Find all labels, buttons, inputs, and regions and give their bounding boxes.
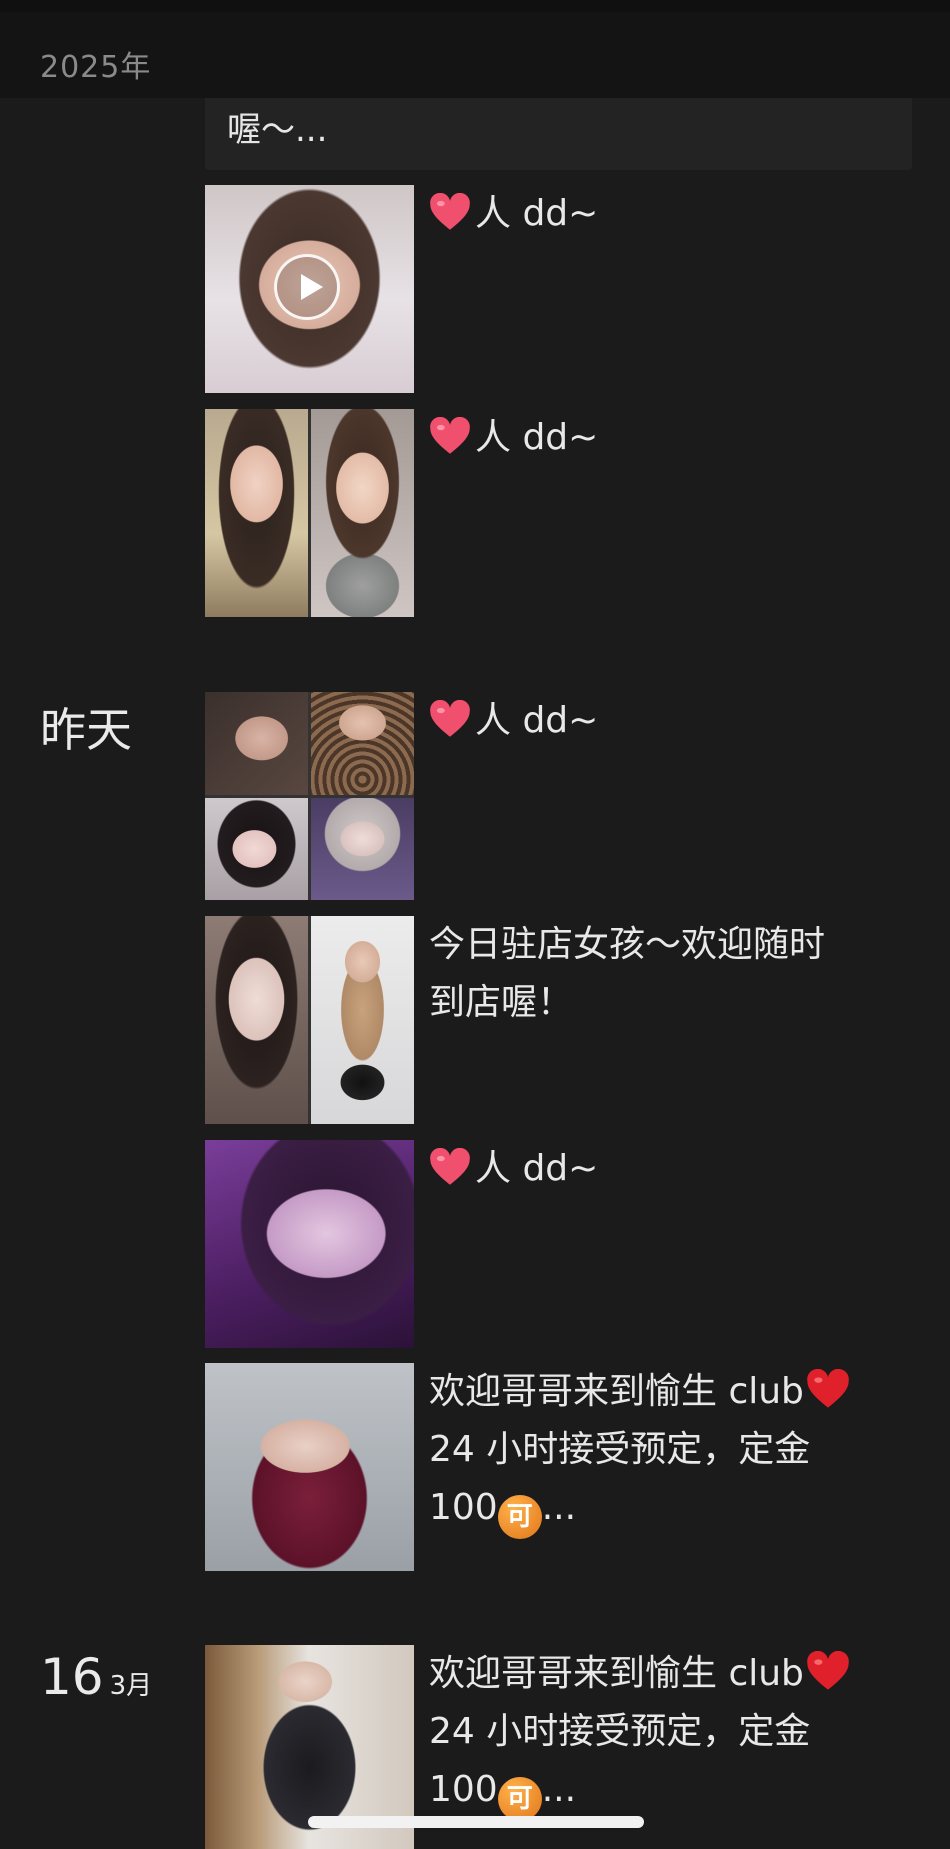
coin-icon: 可 — [497, 1777, 542, 1821]
date-day: 16 — [40, 1648, 104, 1706]
post-image — [311, 797, 414, 900]
post-caption: 人 dd~ — [429, 185, 899, 243]
post-caption-text: 人 dd~ — [475, 417, 599, 458]
date-label-text: 昨天 — [40, 703, 132, 757]
red-heart-icon — [807, 1651, 849, 1690]
date-month: 3月 — [109, 1671, 153, 1701]
post-caption-line2: 24 小时接受预定，定金 — [429, 1429, 811, 1470]
previous-post-card[interactable]: 喔～... — [205, 98, 912, 170]
post-image — [205, 797, 308, 900]
previous-post-caption: 喔～... — [227, 110, 328, 150]
post-caption-line3: 100 — [429, 1487, 498, 1528]
heart-icon — [430, 1148, 470, 1185]
red-heart-icon — [807, 1369, 849, 1408]
post-image — [205, 692, 308, 795]
heart-icon — [430, 700, 470, 737]
moment-post[interactable]: 欢迎哥哥来到愉生 club 24 小时接受预定，定金 100 可... — [205, 1363, 912, 1571]
post-caption-line3: 100 — [429, 1769, 498, 1810]
post-caption: 人 dd~ — [429, 409, 899, 467]
post-caption-line2: 24 小时接受预定，定金 — [429, 1711, 811, 1752]
post-image — [205, 916, 308, 1124]
post-thumbnail[interactable] — [205, 1363, 414, 1571]
post-image — [311, 409, 414, 617]
post-caption-line1: 欢迎哥哥来到愉生 club — [429, 1371, 804, 1412]
post-caption-text: 人 dd~ — [475, 700, 599, 741]
post-image — [311, 692, 414, 795]
date-label-16-march: 16 3月 — [40, 1648, 152, 1706]
post-thumbnail[interactable] — [205, 916, 414, 1124]
post-caption: 欢迎哥哥来到愉生 club 24 小时接受预定，定金 100 可... — [429, 1645, 899, 1821]
post-thumbnail[interactable] — [205, 185, 414, 393]
post-caption-text: 人 dd~ — [475, 1148, 599, 1189]
post-caption-ellipsis: ... — [541, 1487, 577, 1528]
post-caption: 今日驻店女孩～欢迎随时 到店喔！ — [429, 924, 826, 1023]
home-indicator[interactable] — [308, 1816, 644, 1828]
post-image — [311, 916, 414, 1124]
moment-post[interactable]: 人 dd~ — [205, 1140, 912, 1348]
post-image — [205, 1363, 414, 1571]
coin-icon: 可 — [497, 1495, 542, 1539]
post-image — [205, 409, 308, 617]
post-caption-text: 人 dd~ — [475, 193, 599, 234]
post-image — [205, 1140, 414, 1348]
post-caption: 人 dd~ — [429, 1140, 899, 1198]
moment-post[interactable]: 今日驻店女孩～欢迎随时 到店喔！ — [205, 916, 912, 1124]
post-caption-line1: 欢迎哥哥来到愉生 club — [429, 1653, 804, 1694]
post-thumbnail[interactable] — [205, 1140, 414, 1348]
date-label-yesterday: 昨天 — [40, 694, 132, 760]
timeline-header: 2025年 — [0, 0, 950, 98]
post-thumbnail[interactable] — [205, 409, 414, 617]
post-thumbnail[interactable] — [205, 692, 414, 900]
heart-icon — [430, 417, 470, 454]
video-cover-image — [205, 185, 414, 393]
play-icon[interactable] — [274, 254, 340, 320]
year-label: 2025年 — [40, 50, 152, 85]
post-caption-ellipsis: ... — [541, 1769, 577, 1810]
heart-icon — [430, 193, 470, 230]
post-caption: 人 dd~ — [429, 692, 899, 750]
moment-post[interactable]: 人 dd~ — [205, 692, 912, 900]
moment-post[interactable]: 人 dd~ — [205, 185, 912, 393]
post-caption: 欢迎哥哥来到愉生 club 24 小时接受预定，定金 100 可... — [429, 1363, 899, 1539]
moment-post[interactable]: 人 dd~ — [205, 409, 912, 617]
